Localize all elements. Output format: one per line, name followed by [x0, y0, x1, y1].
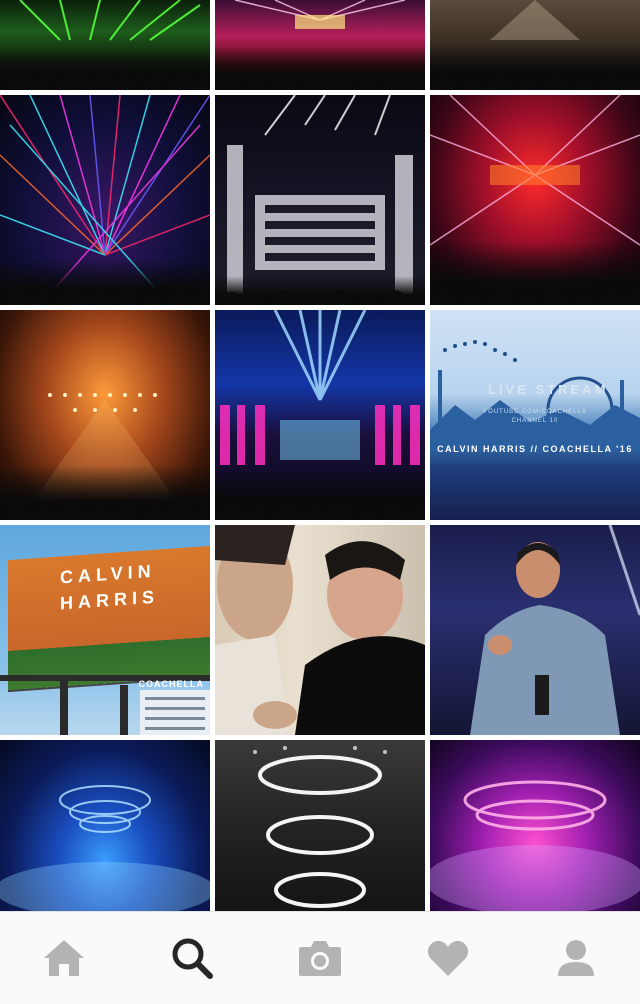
tab-profile[interactable] — [536, 928, 616, 988]
grid-photo-performer[interactable] — [430, 525, 640, 735]
poster-line-url: YOUTUBE.COM/COACHELLA — [483, 409, 587, 415]
tab-camera[interactable] — [280, 928, 360, 988]
grid-photo-stage-blue-pink[interactable] — [215, 310, 425, 520]
bottom-tab-bar — [0, 911, 640, 1004]
poster-details: YOUTUBE.COM/COACHELLA CHANNEL 10 — [430, 408, 640, 426]
grid-photo-livestream-poster[interactable]: LIVE STREAM YOUTUBE.COM/COACHELLA CHANNE… — [430, 310, 640, 520]
tab-search[interactable] — [152, 928, 232, 988]
billboard-title: CALVIN HARRIS — [60, 558, 159, 617]
tab-activity[interactable] — [408, 928, 488, 988]
poster-line-channel: CHANNEL 10 — [511, 418, 559, 424]
grid-photo-concert-green[interactable] — [0, 0, 210, 90]
grid-photo-concert-red[interactable] — [215, 0, 425, 90]
heart-icon — [427, 940, 469, 976]
grid-photo-stage-rings-purple[interactable] — [430, 740, 640, 912]
billboard-sub: COACHELLA — [138, 679, 204, 689]
camera-icon — [299, 941, 341, 976]
grid-photo-stage-rings-blue[interactable] — [0, 740, 210, 912]
explore-photo-grid: LIVE STREAM YOUTUBE.COM/COACHELLA CHANNE… — [0, 0, 640, 912]
grid-photo-concert-dim[interactable] — [430, 0, 640, 90]
poster-title: LIVE STREAM — [488, 382, 609, 397]
grid-photo-billboard[interactable]: CALVIN HARRIS COACHELLA — [0, 525, 210, 735]
tab-home[interactable] — [24, 928, 104, 988]
grid-photo-stage-rings-white[interactable] — [215, 740, 425, 912]
grid-photo-concert-orange[interactable] — [0, 310, 210, 520]
profile-icon — [558, 940, 594, 976]
search-icon — [172, 938, 213, 979]
grid-photo-selfie[interactable] — [215, 525, 425, 735]
poster-caption: CALVIN HARRIS // COACHELLA '16 — [437, 444, 633, 454]
grid-photo-concert-red-lasers[interactable] — [430, 95, 640, 305]
grid-photo-stage-towers[interactable] — [215, 95, 425, 305]
home-icon — [44, 940, 84, 976]
grid-photo-laser-rainbow[interactable] — [0, 95, 210, 305]
